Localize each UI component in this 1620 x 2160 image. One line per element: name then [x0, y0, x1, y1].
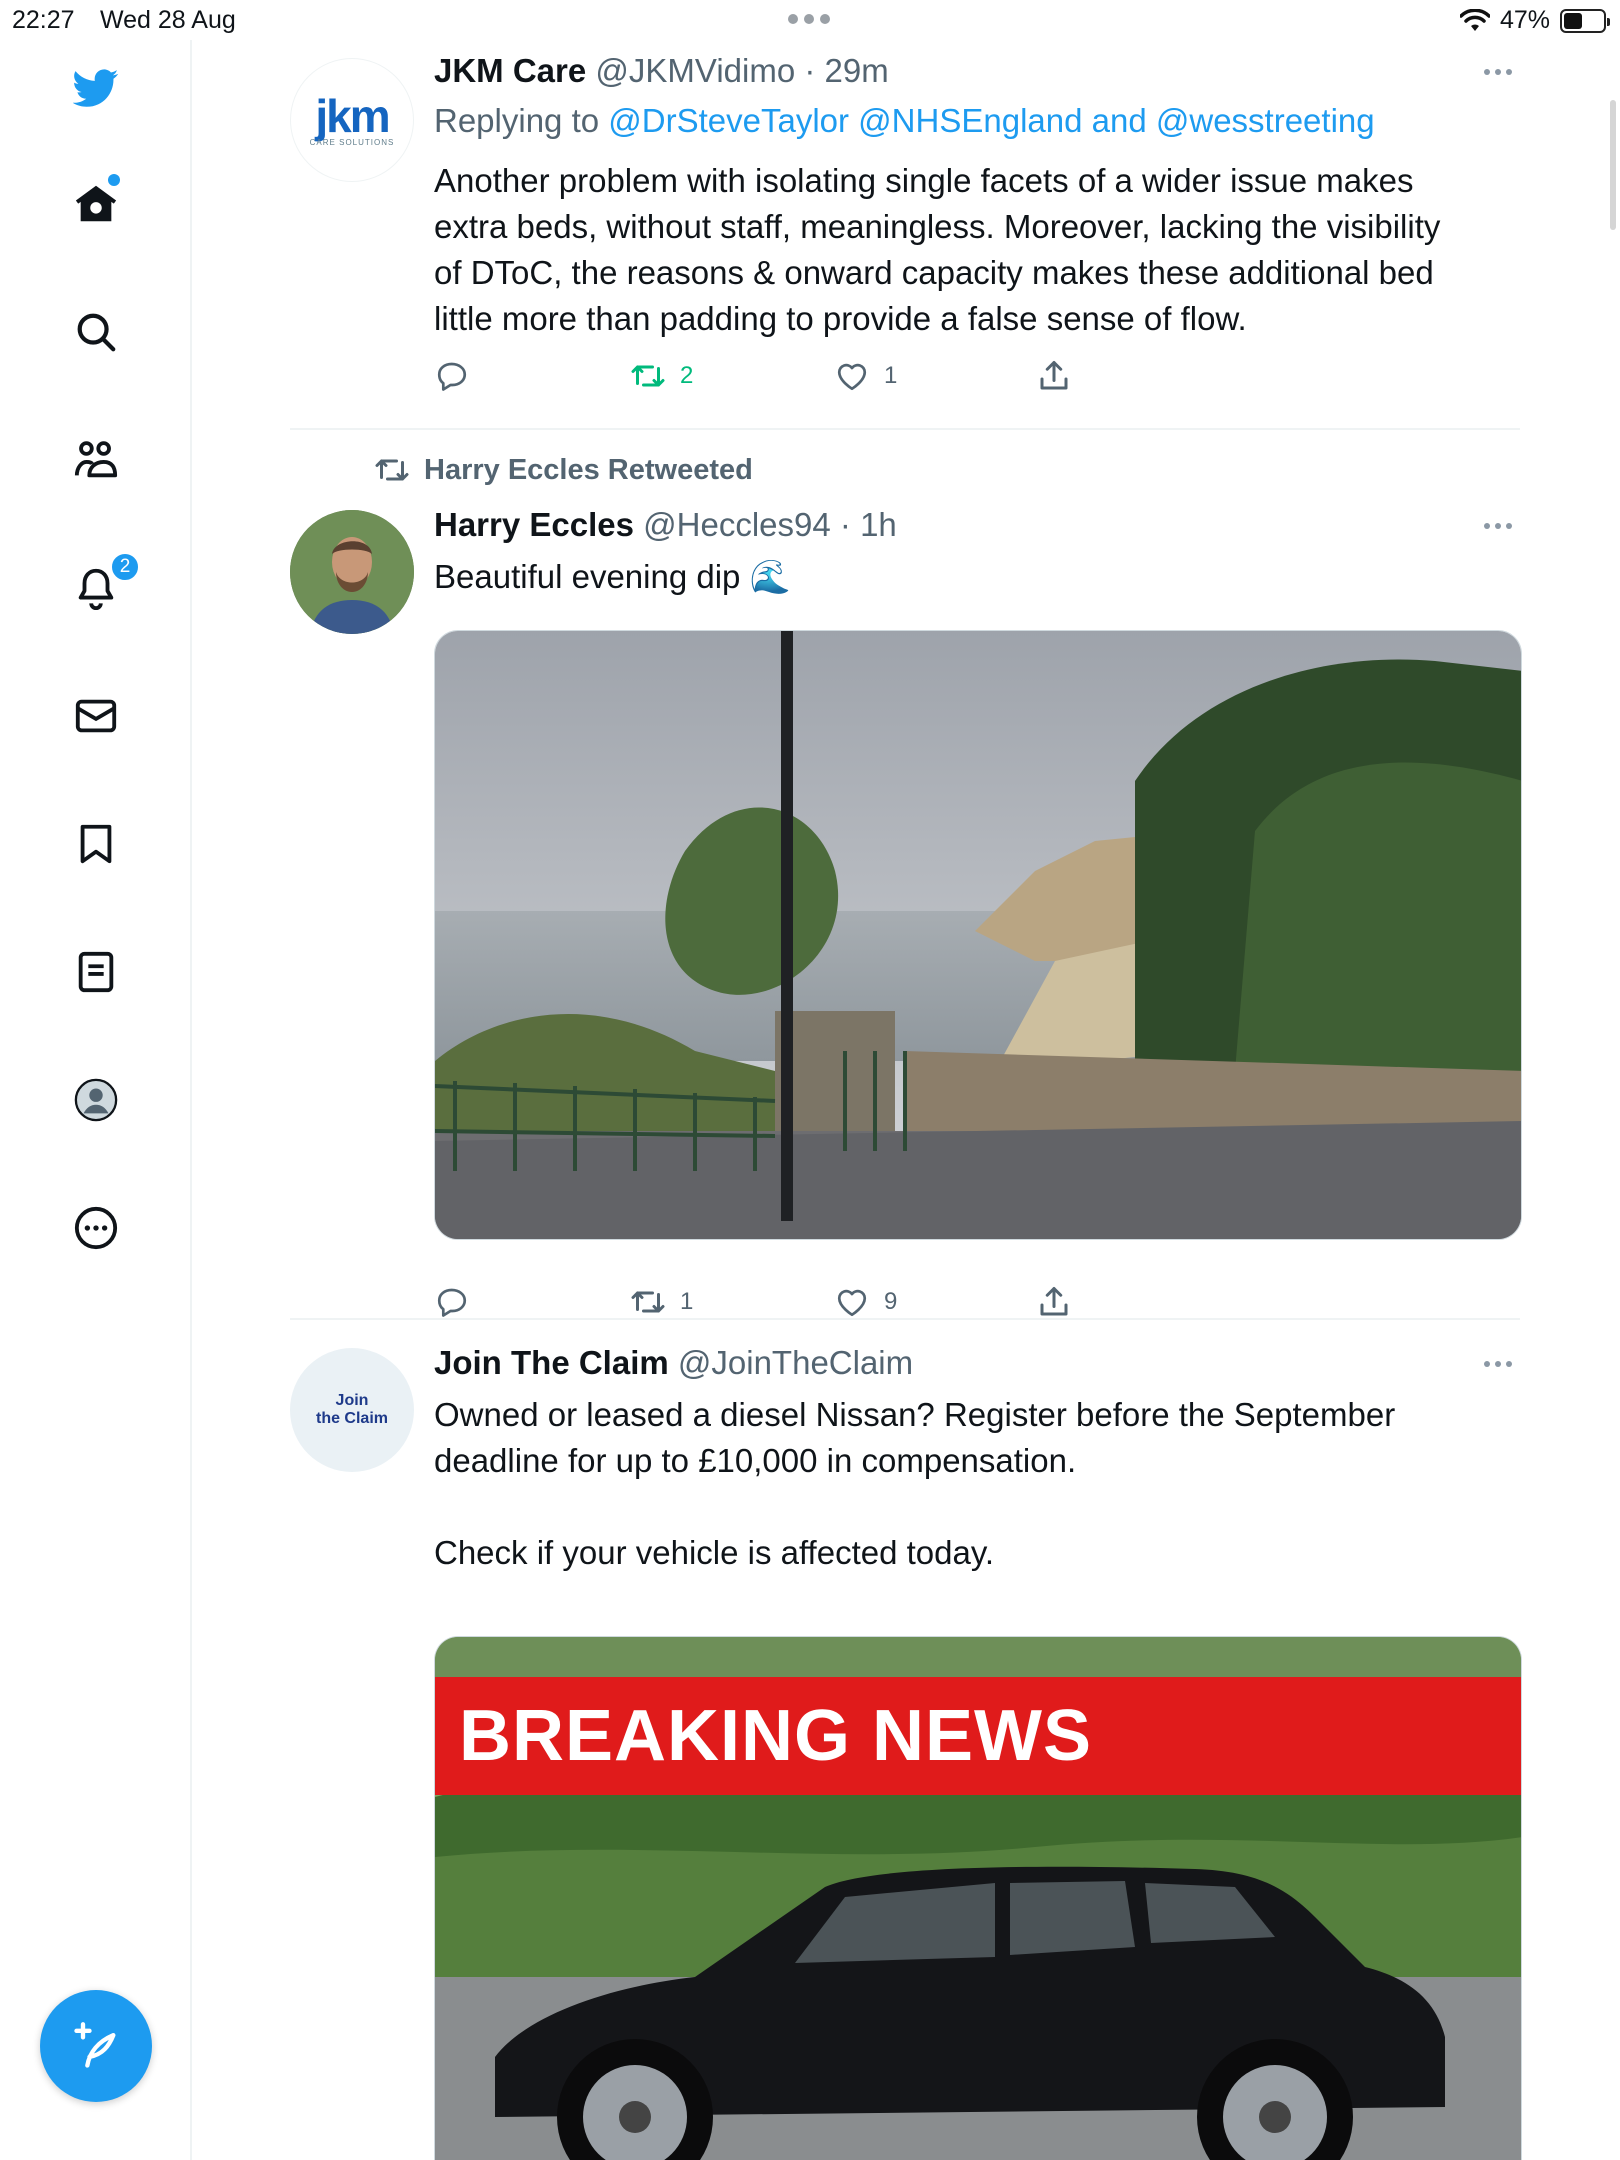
- join-the-claim-logo-line2: the Claim: [315, 1410, 388, 1427]
- more-circle-icon: [74, 1206, 118, 1250]
- battery-icon: [1560, 8, 1610, 33]
- bookmark-icon: [80, 824, 112, 864]
- wifi-icon: [1459, 8, 1490, 31]
- tweet-author-handle[interactable]: @JKMVidimo: [595, 52, 795, 89]
- retweet-button[interactable]: 2: [630, 358, 693, 394]
- home-unread-dot: [108, 174, 120, 186]
- profile-icon: [74, 1078, 118, 1122]
- tweet-text-line: of DToC, the reasons & onward capacity m…: [434, 254, 1434, 291]
- join-the-claim-logo-line1: Join: [335, 1392, 369, 1409]
- nav-lists[interactable]: [60, 936, 132, 1008]
- tweet-more-button[interactable]: [1478, 516, 1518, 536]
- share-icon: [1040, 1287, 1068, 1316]
- reply-icon: [437, 362, 467, 391]
- tweet-more-button[interactable]: [1478, 1354, 1518, 1374]
- tweet-time[interactable]: · 29m: [804, 52, 888, 89]
- avatar-jkm-care[interactable]: jkm CARE SOLUTIONS: [290, 58, 414, 182]
- tweet-harry-eccles[interactable]: Harry Eccles Retweeted Harry Eccles @Hec…: [290, 430, 1522, 1320]
- retweet-icon: [631, 365, 665, 387]
- tweet-more-button[interactable]: [1478, 62, 1518, 82]
- reply-button[interactable]: [434, 1284, 484, 1320]
- reply-icon: [437, 1288, 467, 1317]
- breaking-news-text: BREAKING NEWS: [459, 1696, 1093, 1776]
- nav-communities[interactable]: [60, 424, 132, 496]
- tweet-author-name[interactable]: Join The Claim: [434, 1344, 669, 1381]
- tweet-text-line: Another problem with isolating single fa…: [434, 162, 1414, 199]
- status-bar: 22:27 Wed 28 Aug 47%: [0, 0, 1620, 40]
- tweet-text-line: little more than padding to provide a fa…: [434, 300, 1247, 337]
- tweet-text: Another problem with isolating single fa…: [434, 158, 1524, 342]
- tweet-actions: 2 1: [434, 358, 1234, 402]
- scrollbar[interactable]: [1610, 100, 1616, 230]
- like-count: 9: [884, 1288, 898, 1315]
- person-photo: [290, 510, 414, 634]
- share-icon: [1040, 361, 1068, 390]
- twitter-bird-icon: [73, 69, 119, 107]
- battery-percent: 47%: [1499, 6, 1550, 34]
- retweet-small-icon: [375, 459, 409, 481]
- tweet-text: Owned or leased a diesel Nissan? Registe…: [434, 1392, 1524, 1576]
- nav-profile[interactable]: [60, 1064, 132, 1136]
- feather-plus-icon: [74, 2022, 116, 2068]
- tweet-photo[interactable]: [434, 630, 1522, 1240]
- list-icon: [78, 951, 114, 993]
- replying-to-handles[interactable]: @DrSteveTaylor @NHSEngland and @wesstree…: [608, 102, 1374, 139]
- reply-button[interactable]: [434, 358, 484, 394]
- tweet-author-name[interactable]: JKM Care: [434, 52, 586, 89]
- heart-icon: [837, 363, 867, 391]
- like-count: 1: [884, 362, 898, 389]
- jkm-logo-subtitle: CARE SOLUTIONS: [309, 137, 395, 147]
- heart-icon: [837, 1289, 867, 1317]
- nav-bookmarks[interactable]: [60, 808, 132, 880]
- share-button[interactable]: [1036, 358, 1072, 394]
- retweet-button[interactable]: 1: [630, 1284, 693, 1320]
- retweet-icon: [631, 1291, 665, 1313]
- nav-notifications[interactable]: 2: [60, 552, 140, 624]
- tweet-text-line: extra beds, without staff, meaningless. …: [434, 208, 1441, 245]
- multitasking-dots[interactable]: [788, 14, 830, 24]
- tweet-text: Beautiful evening dip 🌊: [434, 558, 791, 595]
- nav-messages[interactable]: [60, 680, 132, 752]
- tweet-join-the-claim[interactable]: Join the Claim Join The Claim @JoinTheCl…: [290, 1320, 1522, 2160]
- like-button[interactable]: 1: [834, 358, 897, 394]
- retweeted-by-label: Harry Eccles Retweeted: [374, 452, 753, 488]
- share-button[interactable]: [1036, 1284, 1072, 1320]
- tweet-author-handle[interactable]: @JoinTheClaim: [678, 1344, 913, 1381]
- replying-to-label: Replying to: [434, 102, 600, 139]
- tweet-text-line: Owned or leased a diesel Nissan? Registe…: [434, 1396, 1396, 1433]
- tweet-jkm-care[interactable]: jkm CARE SOLUTIONS JKM Care @JKMVidimo ·…: [290, 40, 1512, 430]
- timeline: jkm CARE SOLUTIONS JKM Care @JKMVidimo ·…: [192, 40, 1620, 2160]
- jkm-logo-text: jkm: [315, 89, 390, 142]
- twitter-logo-button[interactable]: [60, 52, 132, 124]
- notifications-badge: 2: [110, 552, 140, 582]
- search-icon: [77, 313, 116, 352]
- avatar-harry-eccles[interactable]: [290, 510, 414, 634]
- compose-tweet-button[interactable]: [40, 1990, 152, 2102]
- sidebar-nav: 2: [0, 40, 192, 2160]
- tweet-author-name[interactable]: Harry Eccles: [434, 506, 634, 543]
- nav-explore[interactable]: [60, 296, 132, 368]
- tweet-text-line: deadline for up to £10,000 in compensati…: [434, 1442, 1077, 1479]
- retweet-count: 2: [680, 362, 694, 389]
- status-time: 22:27: [12, 6, 75, 34]
- nav-home[interactable]: [60, 168, 132, 240]
- avatar-join-the-claim[interactable]: Join the Claim: [290, 1348, 414, 1472]
- communities-icon: [74, 441, 118, 478]
- home-icon: [75, 185, 117, 222]
- status-date: Wed 28 Aug: [100, 6, 236, 34]
- tweet-author-handle[interactable]: @Heccles94: [643, 506, 831, 543]
- nav-more[interactable]: [60, 1192, 132, 1264]
- retweeted-by-text[interactable]: Harry Eccles Retweeted: [424, 454, 753, 487]
- retweet-count: 1: [680, 1288, 694, 1315]
- envelope-icon: [75, 699, 117, 733]
- tweet-text-line: Check if your vehicle is affected today.: [434, 1534, 995, 1571]
- breaking-news-banner: BREAKING NEWS: [435, 1677, 1521, 1795]
- tweet-time[interactable]: · 1h: [840, 506, 897, 543]
- tweet-ad-image[interactable]: BREAKING NEWS: [434, 1636, 1522, 2160]
- coastal-cliff-photo: [435, 631, 1521, 1239]
- like-button[interactable]: 9: [834, 1284, 897, 1320]
